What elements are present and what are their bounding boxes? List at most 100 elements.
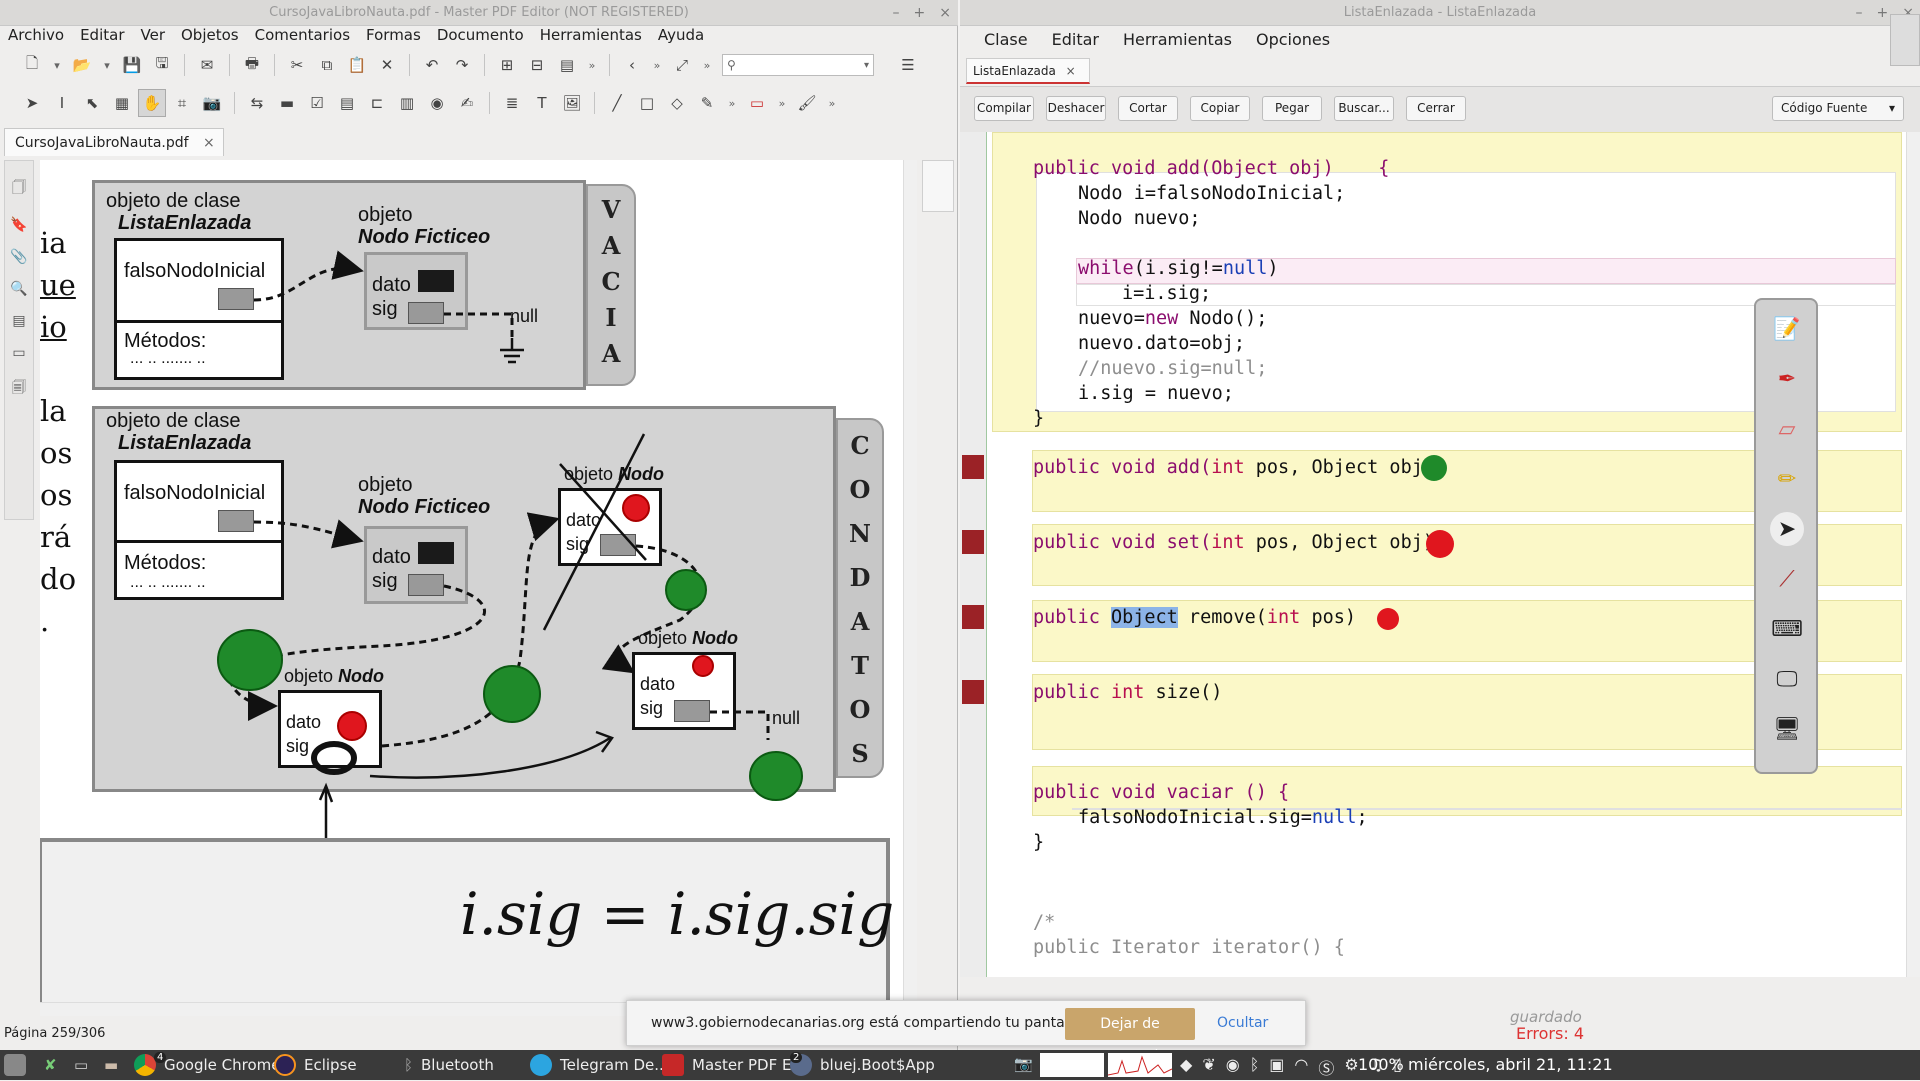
- compile-button[interactable]: Compilar: [974, 96, 1034, 121]
- screen-capture-icon[interactable]: 🖵: [1770, 662, 1804, 696]
- search-input[interactable]: ⚲ ▾: [722, 54, 874, 76]
- pen-icon[interactable]: ✒: [1770, 362, 1804, 396]
- more-icon[interactable]: »: [648, 51, 666, 79]
- laser-icon[interactable]: ⟋: [1770, 562, 1804, 596]
- paste-icon[interactable]: 📋: [343, 51, 371, 79]
- copy-button[interactable]: Copiar: [1190, 96, 1250, 121]
- hide-button[interactable]: Ocultar: [1217, 1015, 1268, 1031]
- menu-herramientas[interactable]: Herramientas: [1111, 30, 1244, 49]
- add-text-icon[interactable]: ≣: [498, 89, 526, 117]
- skype-icon[interactable]: Ⓢ: [1318, 1055, 1334, 1079]
- link-icon[interactable]: ⇆: [243, 89, 271, 117]
- redo-icon[interactable]: ↷: [448, 51, 476, 79]
- signatures-icon[interactable]: ▭: [12, 345, 25, 361]
- undo-icon[interactable]: ↶: [418, 51, 446, 79]
- task-telegram[interactable]: Telegram De...: [530, 1053, 669, 1077]
- email-icon[interactable]: ✉: [193, 51, 221, 79]
- more-icon[interactable]: »: [698, 51, 716, 79]
- tab-document[interactable]: CursoJavaLibroNauta.pdf ×: [4, 128, 224, 156]
- prev-page-icon[interactable]: ‹: [618, 51, 646, 79]
- rectangle-icon[interactable]: □: [633, 89, 661, 117]
- close-button[interactable]: ×: [939, 5, 951, 21]
- select-arrow-icon[interactable]: ➤: [18, 89, 46, 117]
- eraser-icon[interactable]: ▱: [1770, 412, 1804, 446]
- page-icon[interactable]: ▤: [553, 51, 581, 79]
- more-icon[interactable]: »: [773, 89, 791, 117]
- cut-button[interactable]: Cortar: [1118, 96, 1178, 121]
- settings-icon[interactable]: ⚙: [1344, 1055, 1358, 1079]
- editor-vertical-scrollbar[interactable]: [1906, 132, 1920, 977]
- text-select-icon[interactable]: Ⅰ: [48, 89, 76, 117]
- edit-object-icon[interactable]: ⬉: [78, 89, 106, 117]
- task-master-pdf[interactable]: Master PDF E...: [662, 1053, 806, 1077]
- pencil-icon[interactable]: ✎: [693, 89, 721, 117]
- minimize-button[interactable]: –: [893, 5, 900, 21]
- comment-icon[interactable]: ▭: [743, 89, 771, 117]
- new-document-icon[interactable]: 🗋: [18, 51, 46, 79]
- notepad-icon[interactable]: 📝: [1770, 312, 1804, 346]
- leaf-icon[interactable]: ❦: [1202, 1055, 1215, 1079]
- menu-objetos[interactable]: Objetos: [173, 26, 247, 44]
- desktop-icon[interactable]: 🖥: [1770, 712, 1804, 746]
- pointer-icon[interactable]: ➤: [1770, 512, 1804, 546]
- start-menu-icon[interactable]: [4, 1053, 26, 1077]
- app-icon[interactable]: ✘: [44, 1053, 57, 1077]
- pages-icon[interactable]: 🗍: [12, 177, 26, 201]
- menu-editar[interactable]: Editar: [1040, 30, 1111, 49]
- chevron-down-icon[interactable]: ▾: [48, 51, 66, 79]
- sliders-icon[interactable]: [922, 160, 954, 212]
- wifi-icon[interactable]: ◠: [1294, 1055, 1308, 1079]
- pdf-vertical-scrollbar[interactable]: [903, 160, 917, 1000]
- insert-page-icon[interactable]: ⊞: [493, 51, 521, 79]
- find-button[interactable]: Buscar...: [1334, 96, 1394, 121]
- open-folder-icon[interactable]: 📂: [68, 51, 96, 79]
- fit-icon[interactable]: ⤢: [668, 51, 696, 79]
- delete-icon[interactable]: ✕: [373, 51, 401, 79]
- maximize-button[interactable]: +: [914, 5, 926, 21]
- hamburger-menu-icon[interactable]: ☰: [894, 51, 922, 79]
- menu-herramientas[interactable]: Herramientas: [532, 26, 650, 44]
- undo-button[interactable]: Deshacer: [1046, 96, 1106, 121]
- camera-icon[interactable]: 📷: [1014, 1055, 1033, 1073]
- bluetooth-icon[interactable]: ᛒ: [1250, 1055, 1260, 1079]
- line-icon[interactable]: ╱: [603, 89, 631, 117]
- tool-overlay-icon[interactable]: [1890, 14, 1920, 66]
- task-bluetooth[interactable]: ᛒ Bluetooth: [404, 1053, 494, 1077]
- view-select[interactable]: Código Fuente ▾: [1772, 96, 1904, 121]
- chevron-down-icon[interactable]: ▾: [98, 51, 116, 79]
- keyboard-icon[interactable]: ⌨: [1770, 612, 1804, 646]
- highlighter-icon[interactable]: ✏: [1770, 462, 1804, 496]
- button-field-icon[interactable]: ▬: [273, 89, 301, 117]
- cut-icon[interactable]: ✂: [283, 51, 311, 79]
- screen-icon[interactable]: ▣: [1269, 1055, 1284, 1079]
- extract-page-icon[interactable]: ⊟: [523, 51, 551, 79]
- combo-icon[interactable]: ▤: [333, 89, 361, 117]
- paste-button[interactable]: Pegar: [1262, 96, 1322, 121]
- terminal-icon[interactable]: ▭: [74, 1053, 88, 1077]
- close-editor-button[interactable]: Cerrar: [1406, 96, 1466, 121]
- more-icon[interactable]: »: [583, 51, 601, 79]
- stop-sharing-button[interactable]: Dejar de compartir: [1065, 1008, 1195, 1064]
- maximize-button[interactable]: +: [1877, 5, 1889, 21]
- list-box-icon[interactable]: ▥: [393, 89, 421, 117]
- signature-icon[interactable]: ✍: [453, 89, 481, 117]
- shape-icon[interactable]: ◇: [663, 89, 691, 117]
- search-icon[interactable]: 🔍: [10, 281, 27, 297]
- task-bluej[interactable]: bluej.Boot$App: [790, 1053, 935, 1077]
- properties-icon[interactable]: 🗐: [12, 377, 26, 401]
- dropbox-icon[interactable]: ◆: [1180, 1055, 1192, 1079]
- layers-icon[interactable]: ▤: [12, 313, 25, 329]
- tab-listaenlazada[interactable]: ListaEnlazada ×: [966, 58, 1090, 84]
- pdf-page[interactable]: ia ue io la os os rá do . V A C I A obje…: [40, 160, 905, 1002]
- menu-archivo[interactable]: Archivo: [0, 26, 72, 44]
- bookmark-icon[interactable]: 🔖: [10, 217, 27, 233]
- text-field-icon[interactable]: ⊏: [363, 89, 391, 117]
- menu-comentarios[interactable]: Comentarios: [247, 26, 358, 44]
- telegram-tray-icon[interactable]: ◉: [1226, 1055, 1240, 1079]
- save-icon[interactable]: 💾: [118, 51, 146, 79]
- snapshot-icon[interactable]: 📷: [198, 89, 226, 117]
- folder-icon[interactable]: ▬: [104, 1053, 118, 1077]
- menu-formas[interactable]: Formas: [358, 26, 429, 44]
- menu-documento[interactable]: Documento: [429, 26, 532, 44]
- errors-count[interactable]: Errors: 4: [1516, 1024, 1584, 1043]
